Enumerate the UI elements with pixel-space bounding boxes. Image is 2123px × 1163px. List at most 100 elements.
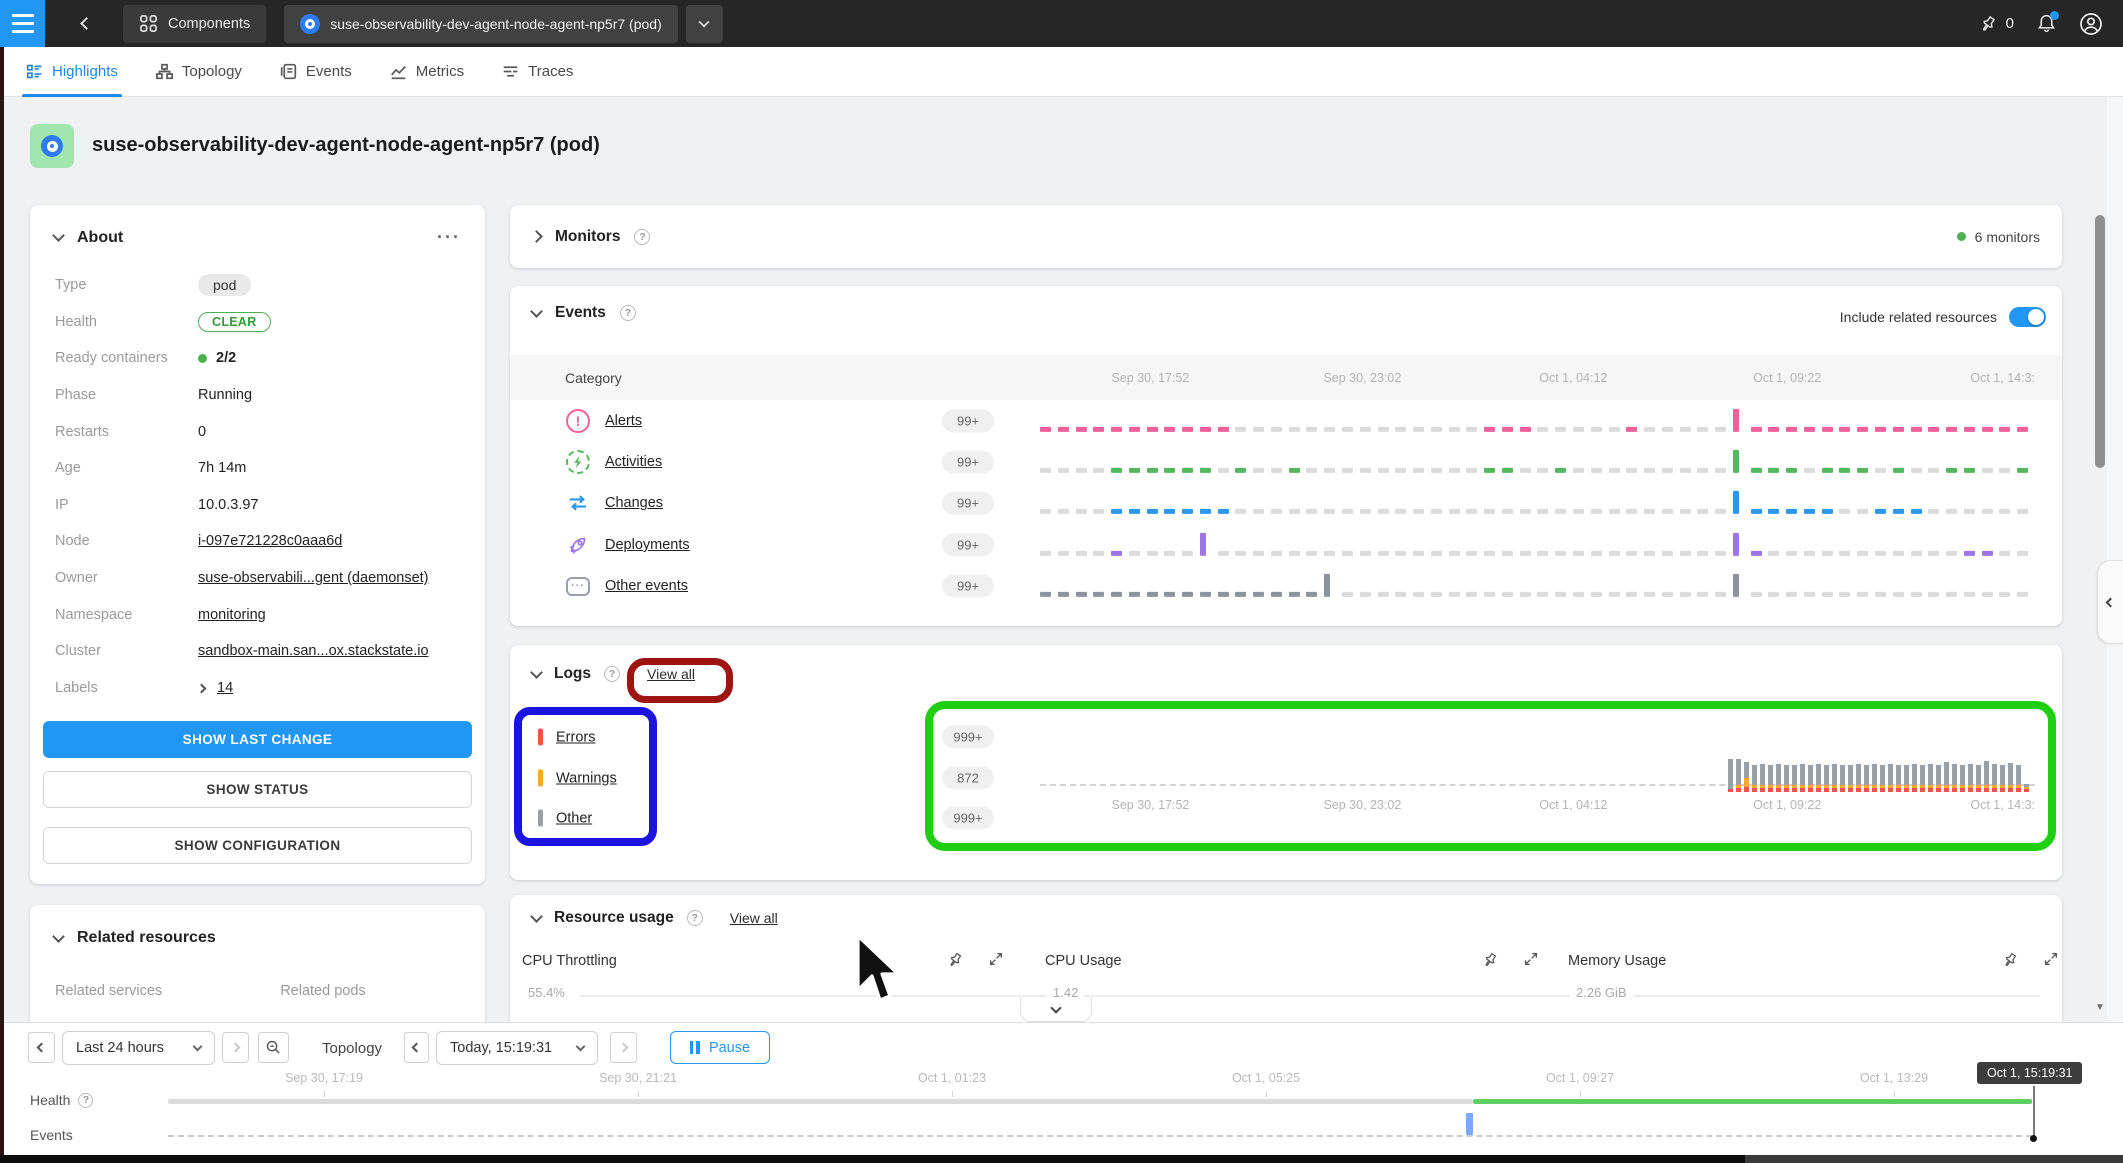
log-warnings-link[interactable]: Warnings bbox=[556, 770, 617, 786]
back-button[interactable] bbox=[71, 19, 101, 28]
back-arrow-icon bbox=[80, 17, 93, 30]
log-legend-item: Errors bbox=[538, 729, 595, 746]
collapse-icon[interactable] bbox=[530, 305, 543, 318]
deployment-icon bbox=[565, 532, 591, 558]
tab-highlights[interactable]: Highlights bbox=[26, 47, 118, 97]
tab-traces[interactable]: Traces bbox=[502, 47, 573, 97]
resource-view-all-link[interactable]: View all bbox=[730, 910, 778, 926]
time-select[interactable]: Today, 15:19:31 bbox=[436, 1031, 598, 1065]
log-bar bbox=[1816, 764, 1821, 792]
time-back-button[interactable] bbox=[404, 1032, 429, 1063]
about-title: About bbox=[77, 229, 123, 247]
pin-icon bbox=[1975, 10, 2001, 36]
show-last-change-button[interactable]: SHOW LAST CHANGE bbox=[43, 721, 472, 758]
log-count-badge: 872 bbox=[942, 767, 994, 790]
scrollbar-thumb[interactable] bbox=[2095, 215, 2105, 468]
pinned-views-button[interactable]: 0 bbox=[1979, 14, 2014, 33]
log-other-link[interactable]: Other bbox=[556, 810, 592, 826]
hamburger-menu-icon[interactable] bbox=[0, 0, 45, 47]
components-view-button[interactable]: Components bbox=[123, 5, 266, 43]
expand-icon[interactable] bbox=[530, 230, 543, 243]
event-category-link[interactable]: Deployments bbox=[605, 537, 690, 553]
tab-dropdown-button[interactable] bbox=[686, 5, 723, 43]
expand-chart-icon[interactable] bbox=[2043, 951, 2061, 969]
about-row-label: Type bbox=[55, 277, 198, 293]
collapse-icon[interactable] bbox=[52, 930, 65, 943]
tab-metrics[interactable]: Metrics bbox=[390, 47, 464, 97]
expand-chart-icon[interactable] bbox=[1523, 951, 1541, 969]
timebar-tick-label: Sep 30, 17:19 bbox=[285, 1071, 363, 1085]
help-icon[interactable]: ? bbox=[604, 666, 620, 682]
log-legend-item: Other bbox=[538, 810, 592, 827]
about-row-link[interactable]: sandbox-main.san...ox.stackstate.io bbox=[198, 643, 429, 659]
collapse-icon[interactable] bbox=[52, 229, 65, 242]
time-value: Today, 15:19:31 bbox=[450, 1040, 552, 1056]
monitors-panel: Monitors ? 6 monitors bbox=[510, 205, 2062, 268]
pause-button[interactable]: Pause bbox=[670, 1031, 770, 1064]
component-tab[interactable]: suse-observability-dev-agent-node-agent-… bbox=[284, 5, 678, 43]
about-row: Typepod bbox=[30, 267, 485, 304]
event-category-link[interactable]: Other events bbox=[605, 578, 688, 594]
warnings-color-icon bbox=[538, 770, 543, 787]
topbar-right: 0 bbox=[1979, 12, 2123, 36]
about-row-link[interactable]: suse-observabili...gent (daemonset) bbox=[198, 570, 429, 586]
event-category-link[interactable]: Activities bbox=[605, 454, 662, 470]
timebar-tick-label: Sep 30, 21:21 bbox=[599, 1071, 677, 1085]
right-panel-handle[interactable] bbox=[2097, 560, 2123, 644]
topology-icon bbox=[156, 63, 173, 80]
more-options-icon[interactable]: ··· bbox=[437, 227, 461, 248]
tab-topology[interactable]: Topology bbox=[156, 47, 242, 97]
time-forward-button[interactable] bbox=[610, 1032, 637, 1063]
show-status-button[interactable]: SHOW STATUS bbox=[43, 771, 472, 808]
health-timeline-gray[interactable] bbox=[168, 1099, 1473, 1104]
expand-chart-icon[interactable] bbox=[988, 951, 1006, 969]
zoom-out-button[interactable] bbox=[258, 1032, 289, 1063]
log-bar bbox=[2016, 765, 2021, 792]
user-avatar-icon[interactable] bbox=[2079, 12, 2103, 36]
time-range-select[interactable]: Last 24 hours bbox=[62, 1031, 215, 1065]
range-forward-button[interactable] bbox=[222, 1032, 249, 1063]
logs-time-axis: Sep 30, 17:52Sep 30, 23:02Oct 1, 04:12Oc… bbox=[1040, 795, 2035, 815]
event-category-link[interactable]: Changes bbox=[605, 495, 663, 511]
about-row-label: Health bbox=[55, 314, 198, 330]
range-back-button[interactable] bbox=[28, 1032, 55, 1063]
collapse-icon[interactable] bbox=[530, 910, 543, 923]
about-row-value: Running bbox=[198, 387, 252, 403]
pin-chart-icon[interactable] bbox=[1482, 951, 1500, 969]
timeline-collapse-tab[interactable] bbox=[1020, 998, 1092, 1022]
log-bar bbox=[1808, 765, 1813, 792]
timebar-tick-label: Oct 1, 01:23 bbox=[918, 1071, 986, 1085]
collapse-icon[interactable] bbox=[530, 666, 543, 679]
health-timeline-green[interactable] bbox=[1473, 1099, 2032, 1104]
timeline-bar: Last 24 hours Topology Today, 15:19:31 P… bbox=[4, 1022, 2123, 1155]
show-configuration-button[interactable]: SHOW CONFIGURATION bbox=[43, 827, 472, 864]
help-icon[interactable]: ? bbox=[634, 229, 650, 245]
event-marker[interactable] bbox=[1466, 1113, 1473, 1135]
timebar-tick-mark bbox=[952, 1091, 953, 1097]
help-icon[interactable]: ? bbox=[78, 1093, 93, 1108]
logs-view-all-link[interactable]: View all bbox=[647, 666, 695, 682]
bottom-edge-strip bbox=[0, 1155, 1745, 1163]
about-row-link[interactable]: monitoring bbox=[198, 607, 266, 623]
pin-chart-icon[interactable] bbox=[947, 951, 965, 969]
events-timeline[interactable] bbox=[168, 1135, 2032, 1137]
log-bar bbox=[1736, 759, 1741, 792]
tab-label: Events bbox=[306, 63, 352, 80]
pin-chart-icon[interactable] bbox=[2002, 951, 2020, 969]
expand-chevron-icon[interactable] bbox=[198, 680, 205, 696]
about-row-label: Age bbox=[55, 460, 198, 476]
help-icon[interactable]: ? bbox=[687, 910, 703, 926]
include-related-toggle[interactable] bbox=[2009, 307, 2046, 327]
tab-events[interactable]: Events bbox=[280, 47, 352, 97]
help-icon[interactable]: ? bbox=[620, 305, 636, 321]
log-count-badge: 999+ bbox=[942, 807, 994, 830]
about-row-link[interactable]: i-097e721228c0aaa6d bbox=[198, 533, 342, 549]
time-tick-label: Sep 30, 23:02 bbox=[1323, 798, 1401, 812]
scrollbar-down-arrow[interactable]: ▼ bbox=[2094, 1002, 2106, 1013]
log-errors-link[interactable]: Errors bbox=[556, 729, 595, 745]
event-category-link[interactable]: Alerts bbox=[605, 413, 642, 429]
labels-count-link[interactable]: 14 bbox=[217, 680, 233, 696]
event-sparkline bbox=[1040, 571, 2035, 597]
notifications-button[interactable] bbox=[2036, 13, 2057, 34]
log-bar bbox=[1976, 765, 1981, 792]
